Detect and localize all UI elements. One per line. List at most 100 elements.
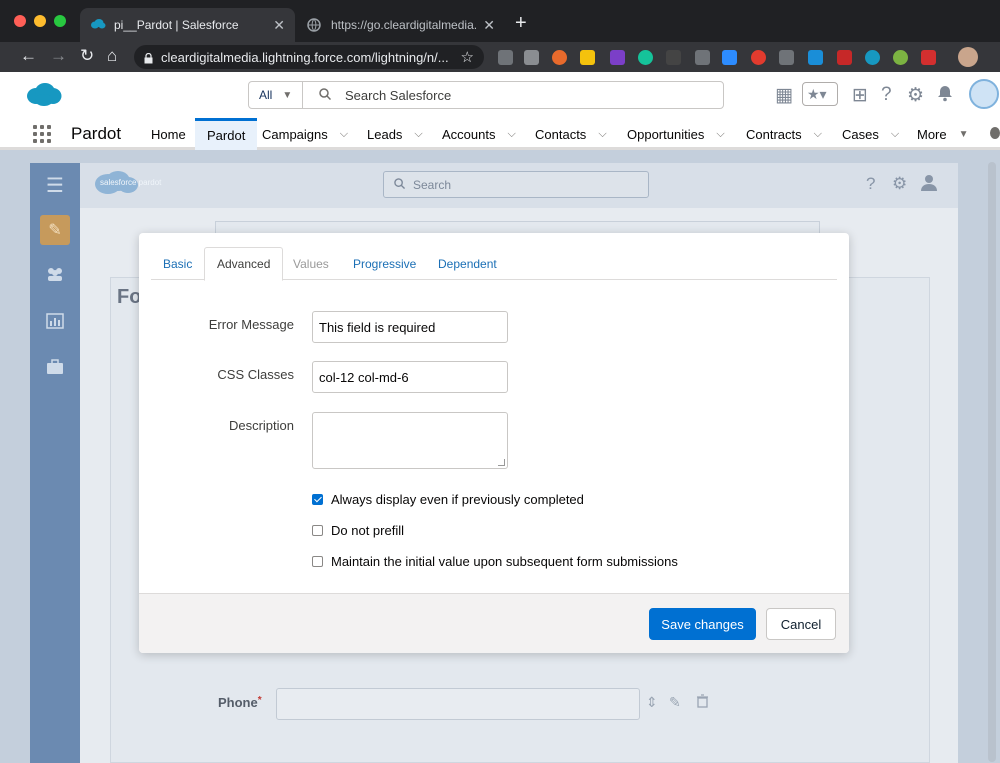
nav-item-home[interactable]: Home <box>151 118 186 150</box>
chevron-down-icon[interactable]: ⌵ <box>340 128 348 141</box>
chevron-down-icon[interactable]: ⌵ <box>891 128 899 141</box>
close-tab-icon[interactable]: ✕ <box>273 17 285 34</box>
zoom-extension-icon[interactable] <box>722 50 737 65</box>
tab-title: https://go.cleardigitalmedia.net/l <box>331 18 478 32</box>
nav-item-more[interactable]: More ▼ <box>917 118 969 150</box>
nav-item-campaigns[interactable]: Campaigns ⌵ <box>262 118 348 150</box>
chevron-down-icon[interactable]: ⌵ <box>414 128 422 141</box>
prospects-people-icon[interactable] <box>45 265 65 285</box>
extension-icon[interactable] <box>751 50 766 65</box>
nav-item-contracts[interactable]: Contracts ⌵ <box>746 118 822 150</box>
page-title: Fo <box>117 286 142 308</box>
pocket-extension-icon[interactable] <box>779 50 794 65</box>
tab-basic[interactable]: Basic <box>151 247 204 280</box>
edit-pencil-icon[interactable]: ✎ <box>669 694 681 711</box>
close-window-button[interactable] <box>14 15 26 27</box>
pardot-top-bar: salesforce pardot Search ? ⚙ <box>80 163 958 208</box>
search-input[interactable]: Search Salesforce <box>345 88 451 103</box>
nav-item-accounts[interactable]: Accounts ⌵ <box>442 118 516 150</box>
extension-icon[interactable] <box>552 50 567 65</box>
menu-hamburger-icon[interactable]: ☰ <box>45 173 65 197</box>
chevron-down-icon[interactable]: ⌵ <box>507 128 515 141</box>
extension-icon[interactable] <box>808 50 823 65</box>
bookmark-star-icon[interactable]: ☆ <box>461 48 474 66</box>
nav-item-pardot[interactable]: Pardot <box>195 118 258 150</box>
maximize-window-button[interactable] <box>54 15 66 27</box>
chevron-down-icon[interactable]: ⌵ <box>598 128 606 141</box>
wand-icon: ✎ <box>48 222 62 239</box>
reload-icon[interactable]: ↻ <box>80 46 94 66</box>
checkbox-unchecked[interactable] <box>312 525 323 536</box>
pardot-search-input[interactable]: Search <box>383 171 649 198</box>
caret-down-icon[interactable]: ▼ <box>959 129 969 140</box>
extension-icon[interactable] <box>580 50 595 65</box>
info-icon[interactable] <box>990 127 1000 139</box>
grammarly-extension-icon[interactable] <box>638 50 653 65</box>
extension-icon[interactable] <box>524 50 539 65</box>
nav-item-leads[interactable]: Leads ⌵ <box>367 118 423 150</box>
browser-tab-active[interactable]: pi__Pardot | Salesforce ✕ <box>80 8 295 42</box>
back-arrow-icon[interactable]: ← <box>20 46 37 66</box>
dropbox-extension-icon[interactable] <box>498 50 513 65</box>
notifications-bell-icon[interactable] <box>936 84 954 108</box>
user-avatar[interactable] <box>969 79 999 109</box>
trash-icon[interactable] <box>696 694 709 711</box>
global-actions-plus-icon[interactable]: ⊞ <box>852 84 868 107</box>
extension-icon[interactable] <box>921 50 936 65</box>
admin-briefcase-icon[interactable] <box>45 359 65 379</box>
forward-arrow-icon[interactable]: → <box>50 46 67 66</box>
checkbox-checked[interactable] <box>312 494 323 505</box>
search-icon <box>394 177 406 192</box>
chevron-down-icon[interactable]: ⌵ <box>814 128 822 141</box>
description-textarea[interactable] <box>312 412 508 469</box>
tab-advanced[interactable]: Advanced <box>204 247 284 281</box>
gear-icon[interactable]: ⚙ <box>907 84 924 107</box>
nav-item-opportunities[interactable]: Opportunities ⌵ <box>627 118 725 150</box>
new-tab-button[interactable]: + <box>515 12 527 35</box>
nav-item-cases[interactable]: Cases ⌵ <box>842 118 899 150</box>
error-message-label: Error Message <box>208 317 294 332</box>
chevron-down-icon[interactable]: ⌵ <box>716 128 724 141</box>
salesforce-logo[interactable] <box>26 82 62 107</box>
vertical-scrollbar[interactable] <box>988 162 996 762</box>
save-changes-button[interactable]: Save changes <box>649 608 756 640</box>
help-icon[interactable]: ? <box>866 174 875 194</box>
tab-dependent[interactable]: Dependent <box>426 247 509 280</box>
browser-tab-strip: pi__Pardot | Salesforce ✕ https://go.cle… <box>0 0 1000 42</box>
minimize-window-button[interactable] <box>34 15 46 27</box>
error-message-input[interactable] <box>312 311 508 343</box>
user-icon[interactable] <box>920 174 938 197</box>
extension-icon[interactable] <box>893 50 908 65</box>
checkbox-unchecked[interactable] <box>312 556 323 567</box>
extension-icon[interactable] <box>695 50 710 65</box>
gear-icon[interactable]: ⚙ <box>892 174 907 194</box>
setup-assistant-icon[interactable]: ▦ <box>775 84 793 107</box>
address-bar[interactable]: cleardigitalmedia.lightning.force.com/li… <box>134 45 484 69</box>
tab-values[interactable]: Values <box>281 247 341 280</box>
resize-handle-icon[interactable] <box>498 459 505 466</box>
extension-icon[interactable] <box>837 50 852 65</box>
checkbox-do-not-prefill[interactable]: Do not prefill <box>312 523 404 538</box>
globe-icon <box>307 18 321 32</box>
reorder-arrows-icon[interactable]: ⇕ <box>646 694 658 711</box>
checkbox-always-display[interactable]: Always display even if previously comple… <box>312 492 584 507</box>
search-scope-select[interactable]: All ▼ <box>249 82 303 108</box>
help-icon[interactable]: ? <box>881 84 892 106</box>
nav-item-contacts[interactable]: Contacts ⌵ <box>535 118 607 150</box>
cancel-button[interactable]: Cancel <box>766 608 836 640</box>
checkbox-maintain-initial-value[interactable]: Maintain the initial value upon subseque… <box>312 554 678 569</box>
lock-icon <box>144 52 153 63</box>
home-icon[interactable]: ⌂ <box>107 46 117 66</box>
tab-progressive[interactable]: Progressive <box>341 247 428 280</box>
app-launcher-icon[interactable] <box>33 125 51 143</box>
extension-icon[interactable] <box>666 50 681 65</box>
favorites-star-icon[interactable]: ★▾ <box>802 82 838 106</box>
extension-icon[interactable] <box>610 50 625 65</box>
css-classes-input[interactable] <box>312 361 508 393</box>
profile-avatar[interactable] <box>958 47 978 67</box>
reports-chart-icon[interactable] <box>45 313 65 333</box>
modal-tab-bar: Basic Advanced Values Progressive Depend… <box>151 247 837 281</box>
browser-tab-inactive[interactable]: https://go.cleardigitalmedia.net/l ✕ <box>297 8 505 42</box>
salesforce-extension-icon[interactable] <box>865 50 880 65</box>
close-tab-icon[interactable]: ✕ <box>483 17 495 34</box>
